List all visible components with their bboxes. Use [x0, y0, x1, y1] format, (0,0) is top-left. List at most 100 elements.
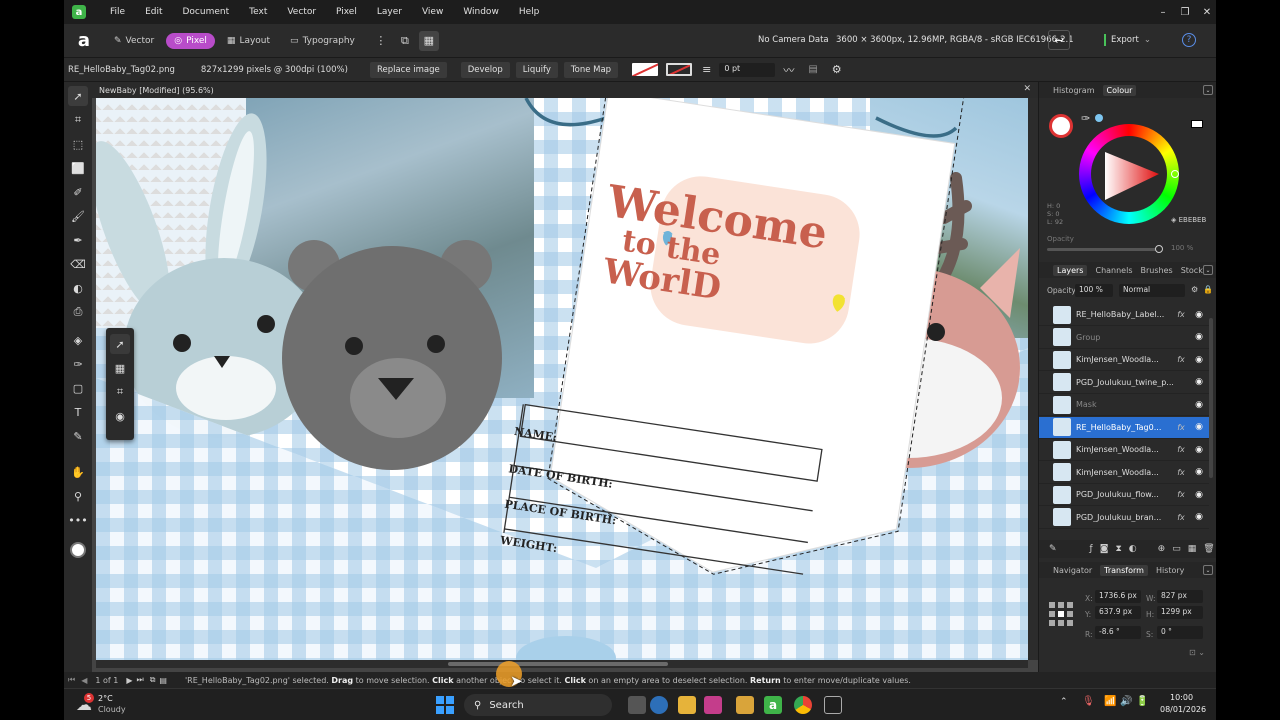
perspective-icon[interactable]: ⌗ [110, 382, 130, 402]
hex-readout[interactable]: ◈ EBEBEB [1171, 216, 1206, 224]
tab-channels[interactable]: Channels [1095, 266, 1132, 275]
visibility-eye-icon[interactable]: ◉ [1189, 355, 1209, 365]
app-icon-amber[interactable] [736, 696, 754, 714]
canvas[interactable]: Welcome to the WorlD NAME: DATE OF BIRTH… [96, 98, 1028, 660]
temperature[interactable]: 2°C [98, 694, 113, 703]
layers-scrollbar[interactable] [1209, 318, 1213, 478]
affinity-taskbar-icon[interactable]: a [764, 696, 782, 714]
vertical-scrollbar[interactable] [1028, 98, 1038, 660]
layer-row[interactable]: RE_HelloBaby_Tag0... fx ◉ [1039, 416, 1209, 439]
layer-row[interactable]: Mask ◉ [1039, 394, 1209, 416]
visibility-eye-icon[interactable]: ◉ [1189, 512, 1209, 522]
weather-condition[interactable]: Cloudy [98, 705, 126, 714]
edit-icon[interactable]: ✎ [1049, 544, 1057, 554]
app-icon-pink[interactable] [704, 696, 722, 714]
layer-row[interactable]: Group ◉ [1039, 327, 1209, 349]
menu-text[interactable]: Text [239, 7, 277, 17]
layer-settings-gear-icon[interactable]: ⚙ [1191, 285, 1198, 294]
develop-button[interactable]: Develop [460, 61, 510, 78]
tab-transform[interactable]: Transform [1100, 564, 1148, 576]
layer-fx-indicator[interactable]: fx [1173, 423, 1189, 432]
menu-window[interactable]: Window [453, 7, 509, 17]
color-swatch-icon[interactable] [68, 540, 88, 560]
new-layer-icon[interactable]: ⊕ [1158, 544, 1166, 554]
fill-swatch[interactable] [632, 63, 659, 76]
h-field[interactable]: 1299 px [1157, 606, 1203, 619]
more-icon[interactable]: ⋮ [371, 31, 391, 51]
layer-fx-indicator[interactable]: fx [1173, 468, 1189, 477]
pressure-icon[interactable]: 〰 [783, 62, 794, 78]
liquify-icon[interactable]: ◉ [110, 406, 130, 426]
opacity-handle[interactable] [1155, 245, 1163, 253]
select-arrow-icon[interactable]: ➚ [110, 334, 130, 354]
hue-handle[interactable] [1171, 170, 1179, 178]
layer-row[interactable]: PGD_Joulukuu_bran... fx ◉ [1039, 507, 1209, 529]
stroke-width-field[interactable]: 0 pt [719, 62, 776, 77]
group-icon[interactable]: ▭ [1172, 544, 1181, 554]
layers-opacity-field[interactable]: 100 % [1075, 284, 1113, 297]
marquee-tool-icon[interactable]: ⬜ [68, 158, 88, 178]
prev-page-icon[interactable]: ◀ [81, 676, 87, 685]
move-tool-icon[interactable]: ➚ [68, 86, 88, 106]
crop-tool-icon[interactable]: ⌗ [68, 110, 88, 130]
clock-date[interactable]: 08/01/2026 [1160, 705, 1206, 714]
eyedropper-icon[interactable]: ✑ [1081, 112, 1090, 125]
visibility-eye-icon[interactable]: ◉ [1189, 445, 1209, 455]
pages-icon[interactable]: ⧉ [150, 675, 156, 685]
visibility-eye-icon[interactable]: ◉ [1189, 332, 1209, 342]
color-picker-icon[interactable]: ✎ [68, 426, 88, 446]
replace-image-button[interactable]: Replace image [369, 61, 447, 78]
menu-vector[interactable]: Vector [277, 7, 326, 17]
live-filter-icon[interactable]: ◐ [1129, 544, 1137, 554]
erase-tool-icon[interactable]: ⌫ [68, 254, 88, 274]
persona-vector[interactable]: ✎ Vector [106, 33, 162, 49]
visibility-eye-icon[interactable]: ◉ [1189, 377, 1209, 387]
maximize-button[interactable]: ❐ [1174, 0, 1196, 24]
copilot-icon[interactable] [650, 696, 668, 714]
close-document-icon[interactable]: ✕ [1023, 84, 1031, 94]
image-dims[interactable]: 827x1299 pixels @ 300dpi (100%) [201, 65, 348, 75]
first-page-icon[interactable]: ⏮ [68, 675, 75, 685]
w-field[interactable]: 827 px [1157, 590, 1203, 603]
minimize-button[interactable]: – [1152, 0, 1174, 24]
mesh-warp-icon[interactable]: ▦ [110, 358, 130, 378]
transform-tool-icon[interactable]: ⬚ [68, 134, 88, 154]
more-tools-icon[interactable]: ••• [68, 510, 88, 530]
colour-triangle[interactable] [1097, 142, 1161, 206]
tone-map-button[interactable]: Tone Map [563, 61, 619, 78]
task-view-icon[interactable] [628, 696, 646, 714]
menu-document[interactable]: Document [173, 7, 240, 17]
tab-stock[interactable]: Stock [1181, 266, 1203, 275]
close-window-button[interactable]: ✕ [1196, 0, 1216, 24]
export-button[interactable]: Export ⌄ [1104, 30, 1166, 50]
layer-fx-indicator[interactable]: fx [1173, 445, 1189, 454]
visibility-eye-icon[interactable]: ◉ [1189, 467, 1209, 477]
shape-tool-icon[interactable]: ▢ [68, 378, 88, 398]
chevron-up-icon[interactable]: ⌃ [1060, 697, 1068, 707]
node-tool-icon[interactable]: ✑ [68, 354, 88, 374]
scroll-thumb[interactable] [448, 662, 668, 666]
clock-time[interactable]: 10:00 [1170, 693, 1193, 702]
rotation-field[interactable]: -8.6 ° [1095, 626, 1141, 639]
battery-icon[interactable]: 🔋 [1136, 696, 1148, 707]
tab-layers[interactable]: Layers [1053, 264, 1088, 276]
layer-row[interactable]: PGD_Joulukuu_flow... fx ◉ [1039, 484, 1209, 506]
spread-icon[interactable]: ▤ [159, 676, 167, 685]
x-field[interactable]: 1736.6 px [1095, 590, 1141, 603]
visibility-eye-icon[interactable]: ◉ [1189, 400, 1209, 410]
file-explorer-icon[interactable] [678, 696, 696, 714]
taskbar-search[interactable]: ⚲ Search [464, 694, 612, 716]
shear-field[interactable]: 0 ° [1157, 626, 1203, 639]
text-tool-icon[interactable]: T [68, 402, 88, 422]
primary-colour-swatch[interactable] [1049, 114, 1073, 138]
liquify-button[interactable]: Liquify [515, 61, 558, 78]
fill-stroke-toggle[interactable] [1191, 120, 1203, 128]
terminal-icon[interactable] [824, 696, 842, 714]
brush-tool-icon[interactable]: 🖌 [68, 206, 88, 226]
chevron-down-icon[interactable]: ⌄ [1203, 85, 1213, 95]
opacity-slider[interactable] [1047, 245, 1163, 253]
document-tab[interactable]: NewBaby [Modified] (95.6%) ✕ [92, 82, 1038, 98]
dodge-tool-icon[interactable]: ◐ [68, 278, 88, 298]
pixel-layer-icon[interactable]: ▦ [1188, 544, 1197, 554]
stroke-style-icon[interactable]: ≡ [702, 63, 711, 76]
